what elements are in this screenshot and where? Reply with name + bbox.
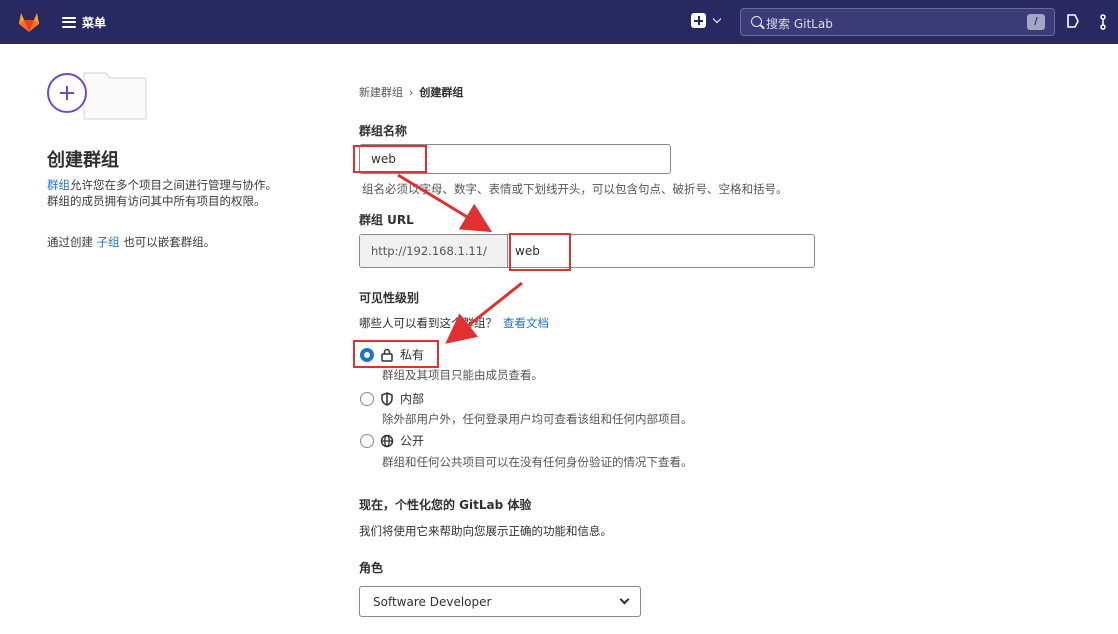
group-url-label: 群组 URL bbox=[359, 213, 414, 227]
new-dropdown-button[interactable] bbox=[691, 13, 722, 28]
private-label: 私有 bbox=[400, 348, 425, 362]
breadcrumb: 新建群组 › 创建群组 bbox=[359, 84, 463, 100]
lock-icon bbox=[381, 348, 393, 362]
public-label: 公开 bbox=[400, 434, 425, 448]
breadcrumb-parent[interactable]: 新建群组 bbox=[359, 84, 403, 100]
search-input[interactable]: 搜索 GitLab / bbox=[740, 8, 1055, 36]
breadcrumb-separator: › bbox=[409, 85, 414, 99]
page-description: 群组允许您在多个项目之间进行管理与协作。 群组的成员拥有访问其中所有项目的权限。 bbox=[47, 177, 327, 209]
internal-desc: 除外部用户外，任何登录用户均可查看该组和任何内部项目。 bbox=[382, 412, 693, 426]
personalize-title: 现在，个性化您的 GitLab 体验 bbox=[359, 498, 532, 512]
new-group-illustration bbox=[47, 72, 147, 120]
groups-help-link[interactable]: 群组 bbox=[47, 178, 70, 192]
subgroup-hint: 通过创建 子组 也可以嵌套群组。 bbox=[47, 234, 215, 250]
hamburger-icon bbox=[62, 16, 76, 28]
visibility-label: 可见性级别 bbox=[359, 291, 420, 305]
description-line-1: 允许您在多个项目之间进行管理与协作。 bbox=[70, 178, 277, 192]
group-name-input[interactable]: web bbox=[359, 144, 671, 174]
arrow-url-to-private bbox=[445, 281, 523, 344]
private-desc: 群组及其项目只能由成员查看。 bbox=[382, 368, 543, 382]
globe-icon bbox=[380, 434, 394, 447]
menu-label: 菜单 bbox=[82, 15, 107, 30]
search-shortcut-key: / bbox=[1027, 14, 1045, 30]
visibility-help-text: 哪些人可以看到这个群组？ bbox=[359, 316, 497, 330]
gitlab-logo-icon[interactable] bbox=[17, 11, 41, 33]
subgroup-hint-prefix: 通过创建 bbox=[47, 235, 93, 249]
merge-request-icon[interactable] bbox=[1100, 14, 1114, 30]
chevron-down-icon bbox=[712, 14, 722, 24]
group-name-help: 组名必须以字母、数字、表情或下划线开头，可以包含句点、破折号、空格和括号。 bbox=[362, 182, 788, 196]
top-navbar: 菜单 搜索 GitLab / bbox=[0, 0, 1118, 44]
chevron-down-icon bbox=[619, 594, 630, 605]
group-url-prefix: http://192.168.1.11/ bbox=[360, 235, 508, 267]
plus-square-icon bbox=[691, 13, 706, 28]
visibility-option-public[interactable]: 公开 bbox=[360, 432, 424, 449]
personalize-help: 我们将使用它来帮助向您展示正确的功能和信息。 bbox=[359, 524, 612, 538]
group-url-field: http://192.168.1.11/ web bbox=[359, 234, 815, 268]
role-select[interactable]: Software Developer bbox=[359, 586, 641, 617]
subgroup-hint-suffix: 也可以嵌套群组。 bbox=[123, 235, 216, 249]
group-name-value: web bbox=[371, 152, 396, 166]
public-desc: 群组和任何公共项目可以在没有任何身份验证的情况下查看。 bbox=[382, 455, 693, 469]
visibility-docs-link[interactable]: 查看文档 bbox=[503, 316, 549, 330]
group-url-input[interactable]: web bbox=[515, 244, 540, 258]
menu-button[interactable]: 菜单 bbox=[62, 12, 106, 32]
private-radio[interactable] bbox=[360, 347, 374, 362]
role-selected-value: Software Developer bbox=[373, 595, 492, 609]
search-placeholder: 搜索 GitLab bbox=[766, 17, 833, 31]
role-label: 角色 bbox=[359, 561, 384, 575]
description-line-2: 群组的成员拥有访问其中所有项目的权限。 bbox=[47, 194, 266, 208]
subgroup-help-link[interactable]: 子组 bbox=[97, 235, 120, 249]
internal-label: 内部 bbox=[400, 392, 425, 406]
breadcrumb-current: 创建群组 bbox=[419, 86, 464, 99]
page-title: 创建群组 bbox=[47, 150, 119, 171]
group-name-label: 群组名称 bbox=[359, 124, 408, 138]
internal-radio[interactable] bbox=[360, 391, 374, 406]
shield-icon bbox=[381, 391, 393, 406]
issues-icon[interactable] bbox=[1066, 13, 1080, 29]
public-radio[interactable] bbox=[360, 433, 374, 448]
search-icon bbox=[751, 16, 762, 27]
visibility-option-private[interactable]: 私有 bbox=[360, 346, 424, 363]
visibility-help: 哪些人可以看到这个群组？ 查看文档 bbox=[359, 315, 549, 331]
visibility-option-internal[interactable]: 内部 bbox=[360, 390, 424, 407]
